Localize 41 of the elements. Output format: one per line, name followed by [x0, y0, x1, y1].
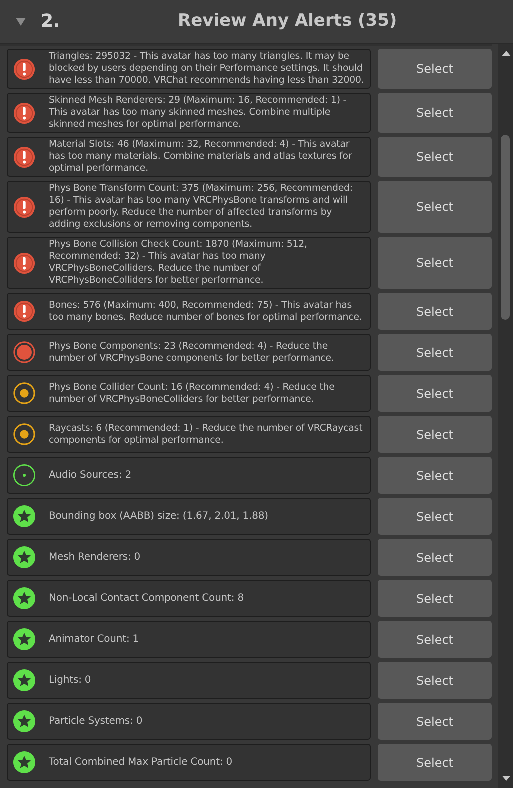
select-button[interactable]: Select: [378, 237, 492, 289]
select-button[interactable]: Select: [378, 93, 492, 133]
section-number: 2.: [41, 11, 60, 32]
select-button[interactable]: Select: [378, 334, 492, 371]
scroll-up-icon[interactable]: [502, 51, 510, 56]
alert-message: Particle Systems: 0: [49, 716, 143, 728]
select-button[interactable]: Select: [378, 181, 492, 233]
alert-message: Phys Bone Collision Check Count: 1870 (Maximum: 512, Recommended: 32) - This avatar has too many VRCPhysBoneColliders. Reduce the number of VRCPhysBoneColliders for better performance.: [49, 239, 308, 287]
select-button[interactable]: Select: [378, 744, 492, 781]
alert-message: Phys Bone Collider Count: 16 (Recommended: 4) - Reduce the number of VRCPhysBoneColliders for better performance.: [49, 382, 336, 406]
alert-message: Bounding box (AABB) size: (1.67, 2.01, 1.88): [49, 510, 268, 522]
select-button[interactable]: Select: [378, 580, 492, 617]
alert-message: Phys Bone Transform Count: 375 (Maximum: 256, Recommended: 16) - This avatar has too many VRCPhysBone transforms and will perform poorly. Reduce the number of affected transforms by adding exclusions or removing components.: [49, 183, 354, 231]
select-button[interactable]: Select: [378, 457, 492, 494]
select-button[interactable]: Select: [378, 293, 492, 330]
select-button[interactable]: Select: [378, 49, 492, 89]
alert-message: Non-Local Contact Component Count: 8: [49, 592, 244, 604]
select-button[interactable]: Select: [378, 137, 492, 177]
select-button[interactable]: Select: [378, 416, 492, 453]
select-button[interactable]: Select: [378, 498, 492, 535]
section-title: Review Any Alerts (35): [178, 11, 398, 31]
alert-message: Phys Bone Components: 23 (Recommended: 4) - Reduce the number of VRCPhysBone components for better performance.: [49, 340, 336, 364]
select-button[interactable]: Select: [378, 375, 492, 412]
scrollbar-thumb[interactable]: [501, 135, 510, 320]
alert-message: Triangles: 295032 - This avatar has too many triangles. It may be blocked by users depending on their Performance settings. It should have less than 70000. VRChat recommends having less than 32000.: [49, 51, 366, 87]
alert-message: Raycasts: 6 (Recommended: 1) - Reduce the number of VRCRaycast components for optimal performance.: [49, 422, 364, 446]
select-button[interactable]: Select: [378, 621, 492, 658]
scrollbar[interactable]: [498, 44, 513, 788]
collapse-triangle-icon[interactable]: [16, 18, 26, 26]
select-button[interactable]: Select: [378, 539, 492, 576]
alert-message: Material Slots: 46 (Maximum: 32, Recommended: 4) - This avatar has too many materials. Combine materials and atlas textures for optimal performance.: [49, 139, 354, 175]
alert-message: Bones: 576 (Maximum: 400, Recommended: 75) - This avatar has too many bones. Reduce number of bones for optimal performance.: [49, 300, 364, 324]
select-button[interactable]: Select: [378, 703, 492, 740]
select-button[interactable]: Select: [378, 662, 492, 699]
scroll-down-icon[interactable]: [502, 776, 510, 781]
alert-message: Mesh Renderers: 0: [49, 552, 141, 564]
alert-message: Skinned Mesh Renderers: 29 (Maximum: 16, Recommended: 1) - This avatar has too many skinned meshes. Combine multiple skinned meshes for optimal performance.: [49, 95, 348, 131]
alert-message: Audio Sources: 2: [49, 470, 132, 482]
alert-message: Total Combined Max Particle Count: 0: [49, 756, 233, 768]
alert-message: Animator Count: 1: [49, 634, 140, 646]
alert-message: Lights: 0: [49, 674, 92, 686]
